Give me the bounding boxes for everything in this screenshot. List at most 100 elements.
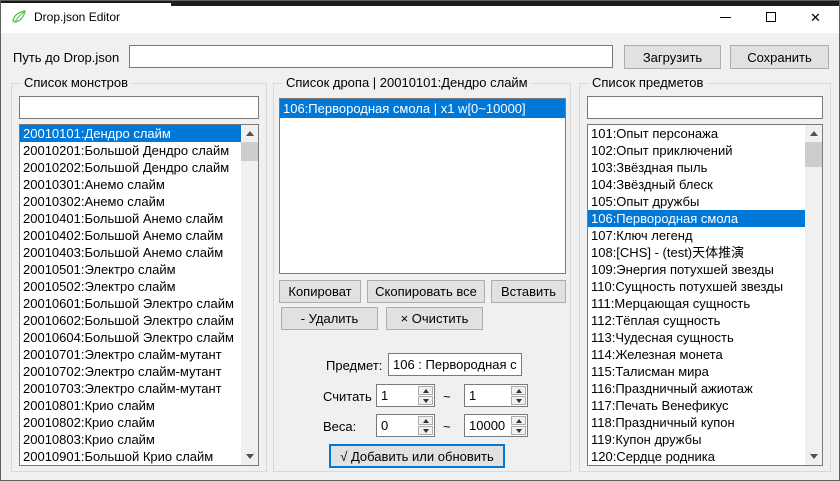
close-button[interactable]: ✕	[793, 2, 838, 32]
list-item[interactable]: 117:Печать Венефикус	[588, 397, 805, 414]
spin-down-icon	[516, 429, 522, 433]
list-item[interactable]: 101:Опыт персонажа	[588, 125, 805, 142]
scroll-down-icon	[810, 454, 818, 459]
monsters-filter-input[interactable]	[19, 96, 259, 119]
list-item[interactable]: 109:Энергия потухшей звезды	[588, 261, 805, 278]
list-item[interactable]: 114:Железная монета	[588, 346, 805, 363]
items-group-title: Список предметов	[588, 75, 707, 90]
drops-listbox[interactable]: 106:Первородная смола | x1 w[0~10000]	[279, 98, 566, 274]
scroll-down-button[interactable]	[241, 448, 258, 465]
load-button[interactable]: Загрузить	[624, 45, 721, 69]
list-item[interactable]: 20010201:Большой Дендро слайм	[20, 142, 241, 159]
spin-up-icon	[516, 389, 522, 393]
monsters-listbox[interactable]: 20010101:Дендро слайм20010201:Большой Де…	[19, 124, 259, 466]
weight-min-stepper[interactable]	[376, 414, 435, 437]
list-item[interactable]: 104:Звёздный блеск	[588, 176, 805, 193]
save-button[interactable]: Сохранить	[730, 45, 829, 69]
spin-down-button[interactable]	[511, 396, 526, 405]
drops-list: 106:Первородная смола | x1 w[0~10000]	[280, 99, 565, 273]
minimize-button[interactable]	[703, 2, 748, 32]
path-label: Путь до Drop.json	[13, 50, 119, 65]
maximize-button[interactable]	[748, 2, 793, 32]
list-item[interactable]: 120:Сердце родника	[588, 448, 805, 465]
list-item[interactable]: 20010702:Электро слайм-мутант	[20, 363, 241, 380]
list-item[interactable]: 108:[CHS] - (test)天体推演	[588, 244, 805, 261]
list-item[interactable]: 20010302:Анемо слайм	[20, 193, 241, 210]
list-item[interactable]: 111:Мерцающая сущность	[588, 295, 805, 312]
spin-down-button[interactable]	[418, 396, 433, 405]
scroll-up-button[interactable]	[241, 125, 258, 142]
list-item[interactable]: 113:Чудесная сущность	[588, 329, 805, 346]
list-item[interactable]: 20010803:Крио слайм	[20, 431, 241, 448]
monsters-list: 20010101:Дендро слайм20010201:Большой Де…	[20, 125, 241, 465]
item-input[interactable]	[388, 353, 522, 376]
list-item[interactable]: 20010703:Электро слайм-мутант	[20, 380, 241, 397]
path-input[interactable]	[129, 45, 613, 68]
list-item[interactable]: 20010401:Большой Анемо слайм	[20, 210, 241, 227]
count-min-input[interactable]	[377, 385, 418, 406]
delete-button[interactable]: - Удалить	[281, 307, 378, 330]
count-max-stepper[interactable]	[464, 384, 528, 407]
list-item[interactable]: 107:Ключ легенд	[588, 227, 805, 244]
list-item[interactable]: 20010604:Большой Электро слайм	[20, 329, 241, 346]
list-item[interactable]: 20010101:Дендро слайм	[20, 125, 241, 142]
list-item[interactable]: 112:Тёплая сущность	[588, 312, 805, 329]
list-item[interactable]: 20010601:Большой Электро слайм	[20, 295, 241, 312]
scroll-down-icon	[246, 454, 254, 459]
clear-button[interactable]: × Очистить	[386, 307, 483, 330]
spin-up-icon	[516, 419, 522, 423]
weight-max-stepper[interactable]	[464, 414, 528, 437]
scroll-down-button[interactable]	[805, 448, 822, 465]
list-item[interactable]: 118:Праздничный купон	[588, 414, 805, 431]
list-item[interactable]: 119:Купон дружбы	[588, 431, 805, 448]
list-item[interactable]: 20010402:Большой Анемо слайм	[20, 227, 241, 244]
spin-up-button[interactable]	[511, 416, 526, 425]
list-item[interactable]: 102:Опыт приключений	[588, 142, 805, 159]
spin-up-button[interactable]	[511, 386, 526, 395]
list-item[interactable]: 110:Сущность потухшей звезды	[588, 278, 805, 295]
spin-down-button[interactable]	[511, 426, 526, 435]
items-scrollbar[interactable]	[805, 125, 822, 465]
scrollbar-thumb[interactable]	[241, 142, 258, 161]
list-item[interactable]: 20010301:Анемо слайм	[20, 176, 241, 193]
app-icon	[11, 9, 27, 25]
monsters-scrollbar[interactable]	[241, 125, 258, 465]
paste-button[interactable]: Вставить	[491, 280, 566, 303]
scrollbar-thumb[interactable]	[805, 142, 822, 167]
count-tilde: ~	[443, 389, 451, 404]
list-item[interactable]: 106:Первородная смола | x1 w[0~10000]	[280, 99, 565, 118]
drops-group-title: Список дропа | 20010101:Дендро слайм	[282, 75, 532, 90]
list-item[interactable]: 20010802:Крио слайм	[20, 414, 241, 431]
list-item[interactable]: 20010501:Электро слайм	[20, 261, 241, 278]
items-filter-input[interactable]	[587, 96, 823, 119]
list-item[interactable]: 20010701:Электро слайм-мутант	[20, 346, 241, 363]
weight-tilde: ~	[443, 419, 451, 434]
spin-up-icon	[423, 419, 429, 423]
scroll-up-button[interactable]	[805, 125, 822, 142]
items-listbox[interactable]: 101:Опыт персонажа102:Опыт приключений10…	[587, 124, 823, 466]
weight-max-input[interactable]	[465, 415, 511, 436]
count-max-input[interactable]	[465, 385, 511, 406]
spin-up-button[interactable]	[418, 416, 433, 425]
list-item[interactable]: 20010901:Большой Крио слайм	[20, 448, 241, 465]
list-item[interactable]: 20010202:Большой Дендро слайм	[20, 159, 241, 176]
list-item[interactable]: 115:Талисман мира	[588, 363, 805, 380]
add-or-update-button[interactable]: √ Добавить или обновить	[329, 444, 505, 468]
window-title: Drop.json Editor	[34, 10, 120, 24]
spin-up-button[interactable]	[418, 386, 433, 395]
copy-button[interactable]: Копироват	[279, 280, 361, 303]
list-item[interactable]: 116:Праздничный ажиотаж	[588, 380, 805, 397]
list-item[interactable]: 20010502:Электро слайм	[20, 278, 241, 295]
items-list: 101:Опыт персонажа102:Опыт приключений10…	[588, 125, 805, 465]
weight-min-input[interactable]	[377, 415, 418, 436]
spin-down-button[interactable]	[418, 426, 433, 435]
list-item[interactable]: 20010403:Большой Анемо слайм	[20, 244, 241, 261]
list-item[interactable]: 20010801:Крио слайм	[20, 397, 241, 414]
count-min-stepper[interactable]	[376, 384, 435, 407]
list-item[interactable]: 105:Опыт дружбы	[588, 193, 805, 210]
close-icon: ✕	[810, 11, 821, 24]
copy-all-button[interactable]: Скопировать все	[367, 280, 485, 303]
list-item[interactable]: 103:Звёздная пыль	[588, 159, 805, 176]
list-item[interactable]: 20010602:Большой Электро слайм	[20, 312, 241, 329]
list-item[interactable]: 106:Первородная смола	[588, 210, 805, 227]
